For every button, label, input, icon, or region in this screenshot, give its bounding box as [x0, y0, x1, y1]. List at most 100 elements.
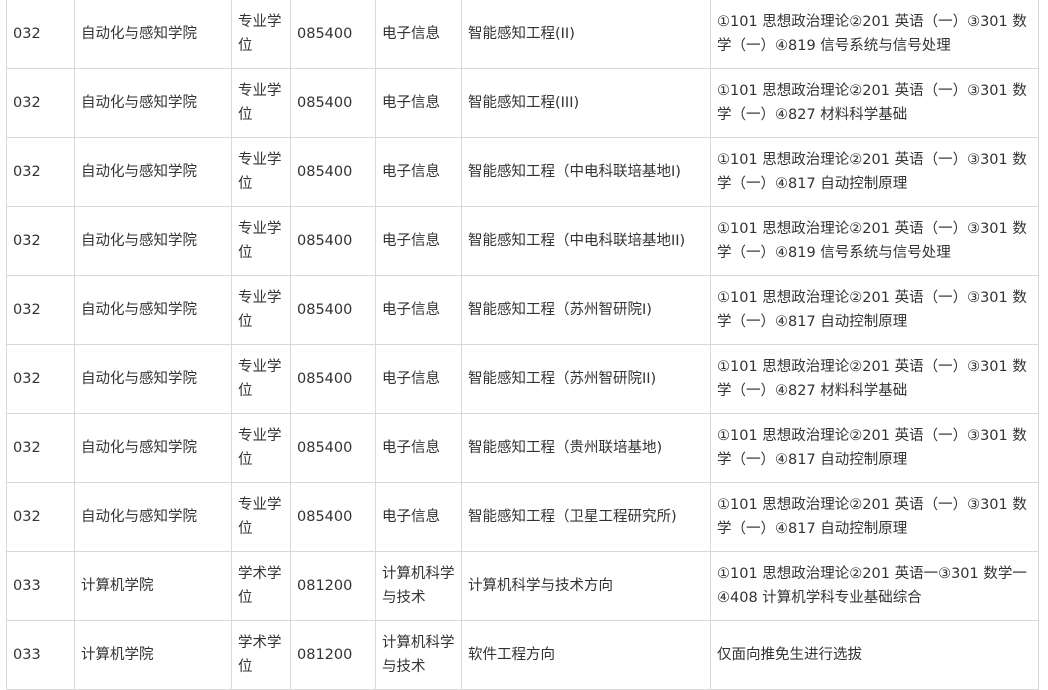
- school-code: 032: [13, 164, 41, 180]
- table-row: 032 自动化与感知学院 专业学位 085400 电子信息 智能感知工程（卫星工…: [6, 482, 1039, 552]
- direction-cell: 智能感知工程（中电科联培基地I): [461, 137, 711, 207]
- degree-type: 专业学位: [238, 428, 282, 468]
- exam-subjects-cell: ①101 思想政治理论②201 英语（一）③301 数学（一）④817 自动控制…: [710, 137, 1039, 207]
- degree-type-cell: 学术学位: [231, 620, 291, 690]
- major-name-cell: 计算机科学与技术: [375, 620, 462, 690]
- major-code: 085400: [297, 509, 353, 525]
- school-name-cell: 自动化与感知学院: [74, 275, 232, 345]
- degree-type: 专业学位: [238, 290, 282, 330]
- school-name-cell: 自动化与感知学院: [74, 344, 232, 414]
- major-code: 085400: [297, 371, 353, 387]
- major-code-cell: 085400: [290, 413, 376, 483]
- direction-cell: 智能感知工程（卫星工程研究所): [461, 482, 711, 552]
- school-code: 032: [13, 95, 41, 111]
- exam-subjects: ①101 思想政治理论②201 英语一③301 数学一④408 计算机学科专业基…: [717, 566, 1027, 606]
- table-row: 032 自动化与感知学院 专业学位 085400 电子信息 智能感知工程（苏州智…: [6, 275, 1039, 345]
- exam-subjects: ①101 思想政治理论②201 英语（一）③301 数学（一）④819 信号系统…: [717, 221, 1027, 261]
- degree-type: 专业学位: [238, 221, 282, 261]
- major-name: 电子信息: [382, 509, 440, 525]
- table-row: 032 自动化与感知学院 专业学位 085400 电子信息 智能感知工程（苏州智…: [6, 344, 1039, 414]
- major-code: 085400: [297, 95, 353, 111]
- exam-subjects-cell: ①101 思想政治理论②201 英语（一）③301 数学（一）④819 信号系统…: [710, 206, 1039, 276]
- major-code: 085400: [297, 164, 353, 180]
- research-direction: 计算机科学与技术方向: [468, 578, 613, 594]
- direction-cell: 智能感知工程(III): [461, 68, 711, 138]
- research-direction: 智能感知工程（中电科联培基地I): [468, 164, 681, 180]
- major-code-cell: 085400: [290, 137, 376, 207]
- school-name: 自动化与感知学院: [81, 440, 197, 456]
- school-name-cell: 计算机学院: [74, 620, 232, 690]
- major-name-cell: 电子信息: [375, 68, 462, 138]
- exam-subjects-cell: ①101 思想政治理论②201 英语（一）③301 数学（一）④817 自动控制…: [710, 275, 1039, 345]
- school-code-cell: 032: [6, 0, 75, 69]
- degree-type-cell: 专业学位: [231, 206, 291, 276]
- school-code-cell: 032: [6, 344, 75, 414]
- table-row: 032 自动化与感知学院 专业学位 085400 电子信息 智能感知工程(II)…: [6, 0, 1039, 69]
- degree-type: 学术学位: [238, 635, 282, 675]
- school-name: 自动化与感知学院: [81, 95, 197, 111]
- degree-type: 专业学位: [238, 152, 282, 192]
- major-name-cell: 计算机科学与技术: [375, 551, 462, 621]
- major-code-cell: 085400: [290, 206, 376, 276]
- major-code-cell: 085400: [290, 344, 376, 414]
- major-name-cell: 电子信息: [375, 137, 462, 207]
- direction-cell: 智能感知工程（贵州联培基地): [461, 413, 711, 483]
- major-name: 电子信息: [382, 164, 440, 180]
- degree-type-cell: 专业学位: [231, 344, 291, 414]
- degree-type-cell: 专业学位: [231, 413, 291, 483]
- school-name-cell: 自动化与感知学院: [74, 68, 232, 138]
- school-code-cell: 033: [6, 620, 75, 690]
- major-code-cell: 085400: [290, 482, 376, 552]
- major-code: 085400: [297, 440, 353, 456]
- major-name: 电子信息: [382, 440, 440, 456]
- exam-subjects: ①101 思想政治理论②201 英语（一）③301 数学（一）④827 材料科学…: [717, 83, 1027, 123]
- research-direction: 智能感知工程（中电科联培基地II): [468, 233, 686, 249]
- degree-type: 学术学位: [238, 566, 282, 606]
- research-direction: 智能感知工程（苏州智研院I): [468, 302, 652, 318]
- major-code-cell: 085400: [290, 0, 376, 69]
- school-code: 033: [13, 578, 41, 594]
- exam-subjects-cell: ①101 思想政治理论②201 英语（一）③301 数学（一）④827 材料科学…: [710, 344, 1039, 414]
- degree-type-cell: 专业学位: [231, 137, 291, 207]
- major-name: 计算机科学与技术: [382, 635, 455, 675]
- research-direction: 智能感知工程（贵州联培基地): [468, 440, 663, 456]
- table-row: 032 自动化与感知学院 专业学位 085400 电子信息 智能感知工程(III…: [6, 68, 1039, 138]
- degree-type: 专业学位: [238, 359, 282, 399]
- school-code: 032: [13, 371, 41, 387]
- research-direction: 智能感知工程(III): [468, 95, 580, 111]
- exam-subjects: ①101 思想政治理论②201 英语（一）③301 数学（一）④827 材料科学…: [717, 359, 1027, 399]
- research-direction: 智能感知工程（苏州智研院II): [468, 371, 657, 387]
- degree-type-cell: 专业学位: [231, 0, 291, 69]
- school-name-cell: 计算机学院: [74, 551, 232, 621]
- major-name-cell: 电子信息: [375, 344, 462, 414]
- exam-subjects: ①101 思想政治理论②201 英语（一）③301 数学（一）④817 自动控制…: [717, 290, 1027, 330]
- major-name-cell: 电子信息: [375, 206, 462, 276]
- table-row: 032 自动化与感知学院 专业学位 085400 电子信息 智能感知工程（中电科…: [6, 137, 1039, 207]
- school-code: 032: [13, 509, 41, 525]
- major-name: 计算机科学与技术: [382, 566, 455, 606]
- direction-cell: 智能感知工程（苏州智研院I): [461, 275, 711, 345]
- major-code-cell: 085400: [290, 275, 376, 345]
- degree-type: 专业学位: [238, 14, 282, 54]
- direction-cell: 软件工程方向: [461, 620, 711, 690]
- exam-subjects-cell: ①101 思想政治理论②201 英语（一）③301 数学（一）④827 材料科学…: [710, 68, 1039, 138]
- school-code: 032: [13, 302, 41, 318]
- admissions-table: 032 自动化与感知学院 专业学位 085400 电子信息 智能感知工程(II)…: [6, 0, 1039, 690]
- school-code: 032: [13, 440, 41, 456]
- major-name: 电子信息: [382, 95, 440, 111]
- table-row: 032 自动化与感知学院 专业学位 085400 电子信息 智能感知工程（中电科…: [6, 206, 1039, 276]
- degree-type-cell: 专业学位: [231, 275, 291, 345]
- major-name-cell: 电子信息: [375, 275, 462, 345]
- major-name: 电子信息: [382, 302, 440, 318]
- exam-subjects: ①101 思想政治理论②201 英语（一）③301 数学（一）④817 自动控制…: [717, 428, 1027, 468]
- exam-subjects: ①101 思想政治理论②201 英语（一）③301 数学（一）④819 信号系统…: [717, 14, 1027, 54]
- school-name: 自动化与感知学院: [81, 26, 197, 42]
- direction-cell: 智能感知工程(II): [461, 0, 711, 69]
- major-code-cell: 085400: [290, 68, 376, 138]
- major-code: 081200: [297, 578, 353, 594]
- major-name: 电子信息: [382, 371, 440, 387]
- major-name: 电子信息: [382, 233, 440, 249]
- school-code-cell: 032: [6, 413, 75, 483]
- school-name: 计算机学院: [81, 647, 154, 663]
- direction-cell: 计算机科学与技术方向: [461, 551, 711, 621]
